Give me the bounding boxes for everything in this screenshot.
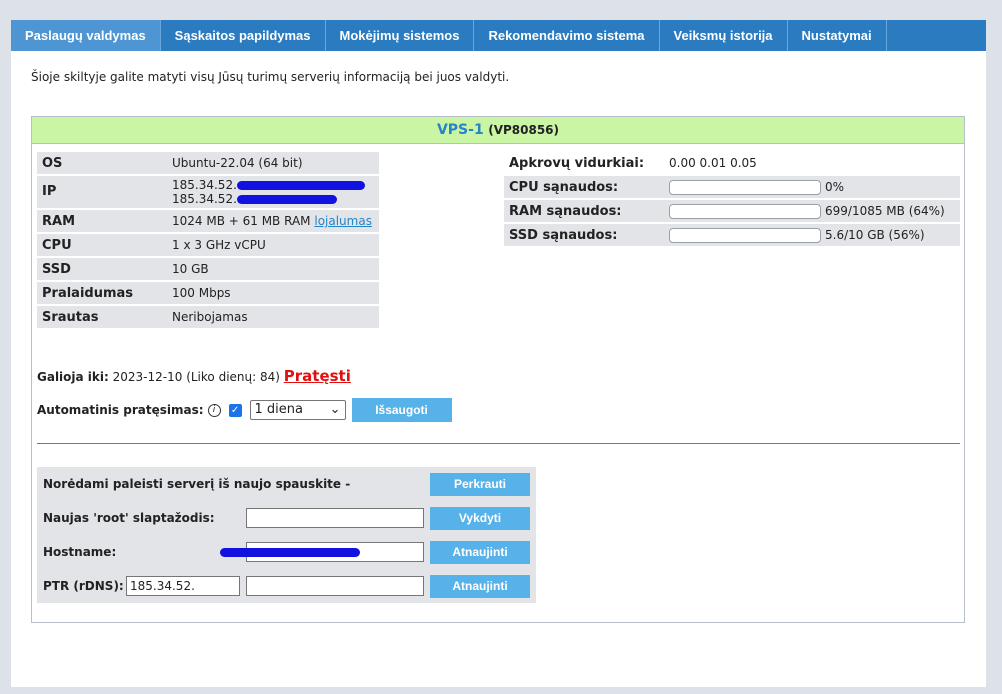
spec-key: IP [37, 176, 167, 208]
spec-value: 1024 MB + 61 MB RAM [172, 214, 311, 228]
usage-text: 5.6/10 GB (56%) [825, 228, 925, 242]
ptr-input[interactable] [246, 576, 424, 596]
ip-address-2: 185.34.52. [172, 192, 237, 206]
hostname-row: Hostname: Atnaujinti [37, 535, 536, 569]
spec-table: OS Ubuntu-22.04 (64 bit) IP 185.34.52. 1… [37, 150, 379, 330]
usage-label: SSD sąnaudos: [504, 224, 664, 246]
restart-row: Norėdami paleisti serverį iš naujo spaus… [37, 467, 536, 501]
tab-saskaitos-papildymas[interactable]: Sąskaitos papildymas [161, 20, 326, 51]
spec-value-ip: 185.34.52. 185.34.52. [167, 176, 379, 208]
vps-panel: VPS-1 (VP80856) OS Ubuntu-22.04 (64 bit)… [31, 116, 965, 623]
redaction-scribble [236, 181, 365, 190]
auto-renew-label: Automatinis pratęsimas: [37, 403, 204, 417]
spec-key: Srautas [37, 306, 167, 328]
valid-value: 2023-12-10 (Liko dienų: 84) [112, 370, 280, 384]
select-value: 1 diena [254, 402, 304, 417]
vps-header: VPS-1 (VP80856) [32, 117, 964, 144]
auto-renew-row: Automatinis pratęsimas: i ✓ 1 diena ⌄ Išs… [37, 398, 452, 422]
usage-row-cpu: CPU sąnaudos: 0% [504, 176, 960, 198]
restart-label: Norėdami paleisti serverį iš naujo spaus… [43, 477, 351, 491]
valid-label: Galioja iki: [37, 370, 109, 384]
spec-row-ssd: SSD 10 GB [37, 258, 379, 280]
spec-key: RAM [37, 210, 167, 232]
content-panel: Šioje skiltyje galite matyti visų Jūsų t… [11, 51, 986, 687]
usage-label: RAM sąnaudos: [504, 200, 664, 222]
usage-text: 699/1085 MB (64%) [825, 204, 945, 218]
spec-value: Ubuntu-22.04 (64 bit) [167, 152, 379, 174]
spec-key: CPU [37, 234, 167, 256]
save-button[interactable]: Išsaugoti [351, 398, 452, 422]
intro-text: Šioje skiltyje galite matyti visų Jūsų t… [31, 70, 510, 84]
tab-veiksmu-istorija[interactable]: Veiksmų istorija [660, 20, 788, 51]
auto-renew-select[interactable]: 1 diena ⌄ [249, 400, 346, 420]
ptr-label: PTR (rDNS): [43, 579, 124, 593]
top-band [0, 0, 1002, 20]
execute-button[interactable]: Vykdyti [430, 507, 530, 530]
spec-key: SSD [37, 258, 167, 280]
root-password-row: Naujas 'root' slaptažodis: Vykdyti [37, 501, 536, 535]
vps-name: VPS-1 [436, 122, 484, 138]
restart-button[interactable]: Perkrauti [430, 473, 530, 496]
chevron-down-icon: ⌄ [329, 402, 341, 417]
server-actions: Norėdami paleisti serverį iš naujo spaus… [37, 467, 536, 603]
load-row: Apkrovų vidurkiai: 0.00 0.01 0.05 [504, 152, 960, 174]
vps-code: (VP80856) [488, 123, 560, 137]
divider [37, 443, 960, 444]
main-tabs: Paslaugų valdymas Sąskaitos papildymas M… [11, 20, 986, 51]
ptr-row: PTR (rDNS): 185.34.52. Atnaujinti [37, 569, 536, 603]
ip-address-1: 185.34.52. [172, 178, 237, 192]
root-password-input[interactable] [246, 508, 424, 528]
usage-label: CPU sąnaudos: [504, 176, 664, 198]
spec-value: 10 GB [167, 258, 379, 280]
ptr-update-button[interactable]: Atnaujinti [430, 575, 530, 598]
info-icon[interactable]: i [207, 403, 221, 417]
usage-row-ssd: SSD sąnaudos: 5.6/10 GB (56%) [504, 224, 960, 246]
spec-value: Neribojamas [167, 306, 379, 328]
load-value: 0.00 0.01 0.05 [669, 156, 757, 170]
redaction-scribble [236, 195, 337, 204]
spec-value: 1 x 3 GHz vCPU [167, 234, 379, 256]
auto-renew-checkbox[interactable]: ✓ [228, 403, 242, 417]
usage-text: 0% [825, 180, 845, 194]
spec-row-ip: IP 185.34.52. 185.34.52. [37, 176, 379, 208]
spec-row-traffic: Srautas Neribojamas [37, 306, 379, 328]
ssd-usage-bar [669, 227, 821, 243]
spec-row-bandwidth: Pralaidumas 100 Mbps [37, 282, 379, 304]
spec-row-cpu: CPU 1 x 3 GHz vCPU [37, 234, 379, 256]
cpu-usage-bar [669, 179, 821, 195]
hostname-label: Hostname: [43, 545, 117, 559]
tab-mokejimu-sistemos[interactable]: Mokėjimų sistemos [326, 20, 475, 51]
tab-paslaugu-valdymas[interactable]: Paslaugų valdymas [11, 20, 161, 51]
spec-key: OS [37, 152, 167, 174]
hostname-input[interactable] [220, 542, 424, 562]
tab-nustatymai[interactable]: Nustatymai [788, 20, 887, 51]
spec-key: Pralaidumas [37, 282, 167, 304]
tab-rekomendavimo-sistema[interactable]: Rekomendavimo sistema [474, 20, 660, 51]
valid-until: Galioja iki: 2023-12-10 (Liko dienų: 84)… [37, 367, 351, 385]
loyalty-link[interactable]: lojalumas [314, 214, 372, 228]
ptr-ip-select[interactable]: 185.34.52. [126, 576, 240, 596]
usage-row-ram: RAM sąnaudos: 699/1085 MB (64%) [504, 200, 960, 222]
spec-value: 100 Mbps [167, 282, 379, 304]
usage-table: Apkrovų vidurkiai: 0.00 0.01 0.05 CPU są… [504, 150, 960, 248]
ram-usage-bar [669, 203, 821, 219]
root-password-label: Naujas 'root' slaptažodis: [43, 511, 215, 525]
spec-row-os: OS Ubuntu-22.04 (64 bit) [37, 152, 379, 174]
redaction-scribble [220, 548, 360, 557]
hostname-update-button[interactable]: Atnaujinti [430, 541, 530, 564]
renew-link[interactable]: Pratęsti [284, 367, 351, 385]
spec-row-ram: RAM 1024 MB + 61 MB RAM lojalumas [37, 210, 379, 232]
load-label: Apkrovų vidurkiai: [509, 155, 645, 171]
